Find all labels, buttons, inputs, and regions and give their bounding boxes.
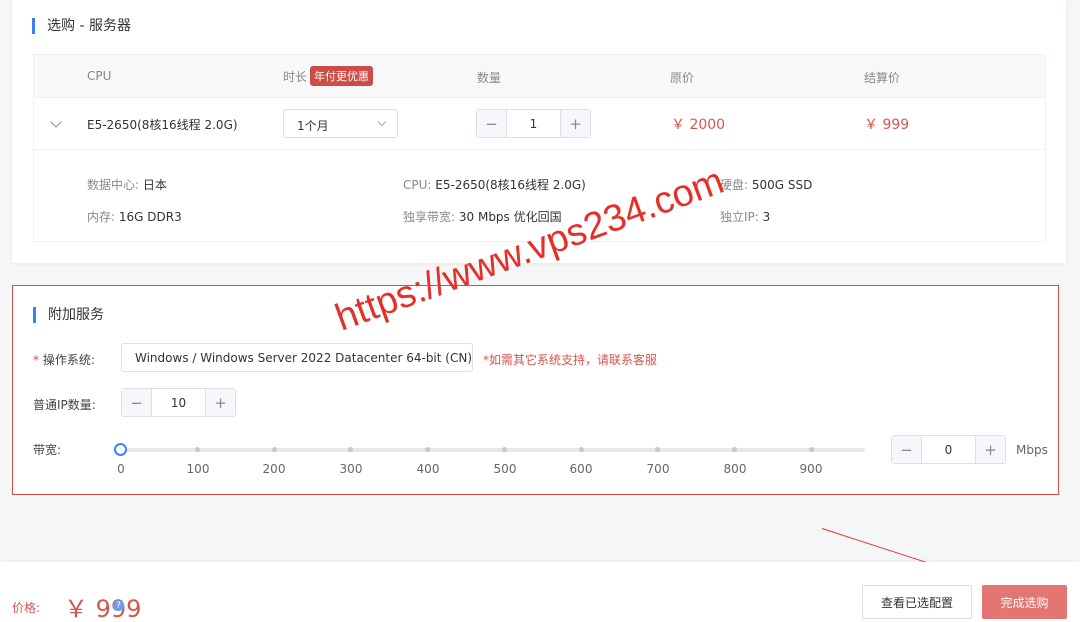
- detail-ip-label: 独立IP:: [720, 210, 759, 224]
- detail-ip-value: 3: [762, 210, 771, 224]
- slider-stop: [272, 447, 277, 452]
- chevron-down-icon: [377, 117, 387, 127]
- table-header: CPU 时长 年付更优惠 数量 原价 结算价: [34, 55, 1045, 98]
- bandwidth-slider-handle[interactable]: [114, 443, 127, 456]
- duration-value: 1个月: [297, 119, 329, 133]
- required-mark: *: [33, 353, 39, 367]
- original-price: ￥ 2000: [671, 117, 726, 133]
- slider-stop: [195, 447, 200, 452]
- detail-datacenter-value: 日本: [142, 178, 167, 192]
- slider-tick-label: 800: [723, 462, 747, 476]
- th-quantity: 数量: [477, 71, 502, 85]
- bandwidth-label: 带宽:: [33, 443, 62, 457]
- total-price-label: 价格:: [12, 601, 41, 615]
- view-config-button[interactable]: 查看已选配置: [862, 585, 972, 619]
- plus-icon[interactable]: +: [561, 110, 590, 137]
- th-final-price: 结算价: [864, 71, 901, 85]
- detail-memory-label: 内存:: [87, 210, 116, 224]
- detail-disk: 硬盘: 500G SSD: [720, 176, 812, 193]
- slider-stop: [732, 447, 737, 452]
- bandwidth-slider[interactable]: [121, 447, 865, 452]
- minus-icon[interactable]: −: [477, 110, 506, 137]
- detail-memory-value: 16G DDR3: [118, 210, 182, 224]
- slider-tick-label: 100: [186, 462, 210, 476]
- detail-bandwidth: 独享带宽: 30 Mbps 优化回国: [403, 208, 562, 225]
- ip-label: 普通IP数量:: [33, 398, 96, 412]
- slider-stop: [809, 447, 814, 452]
- os-label-text: 操作系统:: [42, 353, 95, 367]
- th-duration-label: 时长: [283, 70, 308, 84]
- detail-cpu-label: CPU:: [403, 178, 432, 192]
- slider-tick-label: 600: [569, 462, 593, 476]
- yearly-discount-badge: 年付更优惠: [310, 66, 374, 86]
- slider-stop: [425, 447, 430, 452]
- slider-tick-label: 300: [339, 462, 363, 476]
- os-label: * 操作系统:: [33, 351, 95, 368]
- bandwidth-value[interactable]: 0: [921, 436, 976, 463]
- th-cpu: CPU: [87, 69, 112, 83]
- th-original-price: 原价: [670, 71, 695, 85]
- slider-stop: [348, 447, 353, 452]
- bandwidth-stepper[interactable]: − 0 +: [891, 435, 1006, 464]
- minus-icon[interactable]: −: [122, 389, 151, 416]
- slider-tick-label: 400: [416, 462, 440, 476]
- total-price: ￥ 999: [64, 595, 142, 622]
- row-cpu: E5-2650(8核16线程 2.0G): [87, 118, 238, 132]
- done-button[interactable]: 完成选购: [982, 585, 1067, 619]
- slider-stop: [655, 447, 660, 452]
- ip-count-value[interactable]: 10: [151, 389, 206, 416]
- server-table: CPU 时长 年付更优惠 数量 原价 结算价 E5-2650(8核16线程 2.0…: [33, 54, 1046, 242]
- detail-cpu: CPU: E5-2650(8核16线程 2.0G): [403, 176, 586, 193]
- slider-tick-label: 900: [799, 462, 823, 476]
- slider-tick-label: 700: [646, 462, 670, 476]
- final-price: ￥ 999: [864, 117, 910, 133]
- slider-tick-label: 0: [117, 462, 125, 476]
- help-icon[interactable]: ?: [113, 600, 124, 611]
- footer-bar: 价格: ￥ 999 ? 查看已选配置 完成选购: [0, 562, 1080, 622]
- detail-bandwidth-label: 独享带宽:: [403, 210, 456, 224]
- detail-ip: 独立IP: 3: [720, 208, 770, 225]
- slider-stop: [579, 447, 584, 452]
- bandwidth-unit: Mbps: [1016, 443, 1048, 457]
- detail-cpu-value: E5-2650(8核16线程 2.0G): [435, 178, 586, 192]
- ip-count-stepper[interactable]: − 10 +: [121, 388, 236, 417]
- duration-select[interactable]: 1个月: [283, 109, 398, 138]
- addon-card: 附加服务 * 操作系统: Windows / Windows Server 20…: [12, 285, 1059, 495]
- th-duration: 时长 年付更优惠: [283, 66, 374, 87]
- slider-stop: [502, 447, 507, 452]
- quantity-stepper[interactable]: − 1 +: [476, 109, 591, 138]
- slider-tick-label: 500: [493, 462, 517, 476]
- plus-icon[interactable]: +: [206, 389, 235, 416]
- detail-disk-value: 500G SSD: [751, 178, 813, 192]
- detail-datacenter: 数据中心: 日本: [87, 176, 167, 193]
- minus-icon[interactable]: −: [892, 436, 921, 463]
- os-select[interactable]: Windows / Windows Server 2022 Datacenter…: [121, 343, 473, 372]
- table-row: E5-2650(8核16线程 2.0G) 1个月 − 1 + ￥ 2000 ￥ …: [34, 98, 1045, 150]
- detail-datacenter-label: 数据中心:: [87, 178, 140, 192]
- chevron-down-icon[interactable]: [50, 116, 62, 128]
- section-title-addon: 附加服务: [33, 307, 104, 323]
- plus-icon[interactable]: +: [976, 436, 1005, 463]
- slider-tick-label: 200: [262, 462, 286, 476]
- quantity-value[interactable]: 1: [506, 110, 561, 137]
- os-note: *如需其它系统支持，请联系客服: [483, 353, 658, 367]
- detail-memory: 内存: 16G DDR3: [87, 208, 182, 225]
- section-title-server: 选购 - 服务器: [32, 18, 131, 34]
